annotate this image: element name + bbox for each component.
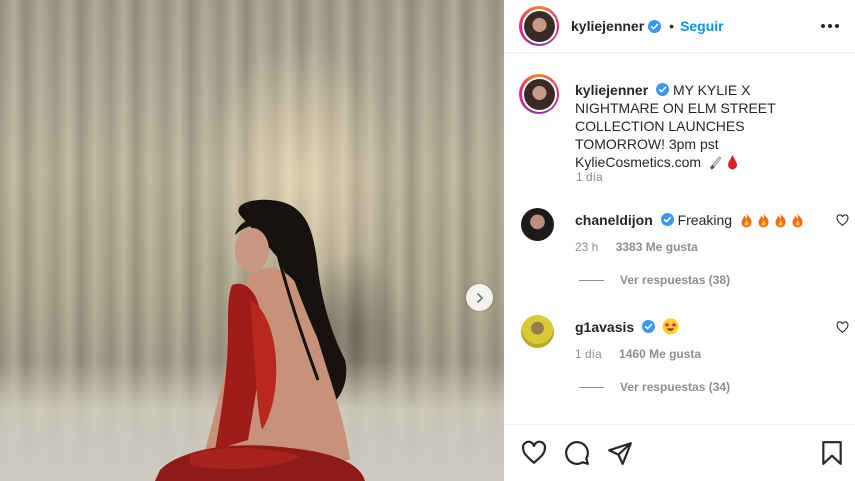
knife-emoji-icon <box>710 156 722 170</box>
comment-like-count[interactable]: 3383 Me gusta <box>616 240 698 254</box>
commenter-avatar[interactable] <box>521 208 554 241</box>
caption-username[interactable]: kyliejenner <box>575 82 648 98</box>
verified-badge-icon <box>656 83 670 96</box>
share-icon[interactable] <box>607 440 633 466</box>
caption-text-block: kyliejenner MY KYLIE X NIGHTMARE ON ELM … <box>575 81 835 171</box>
comment-like-heart-icon[interactable] <box>836 214 849 227</box>
post-header: kyliejenner • Seguir <box>504 0 855 53</box>
blood-drop-emoji-icon <box>727 155 737 170</box>
comment-timestamp[interactable]: 23 h <box>575 240 598 254</box>
author-username[interactable]: kyliejenner <box>571 18 644 34</box>
comment-like-heart-icon[interactable] <box>836 321 849 334</box>
caption-emojis <box>708 154 739 170</box>
comment-like-count[interactable]: 1460 Me gusta <box>619 347 701 361</box>
commenter-username[interactable]: g1avasis <box>575 319 634 335</box>
view-replies-button[interactable]: Ver respuestas (38) <box>579 273 730 287</box>
caption-avatar[interactable] <box>519 74 559 114</box>
comment-text: Freaking <box>677 212 733 228</box>
comment-meta: 1 día 1460 Me gusta <box>575 347 715 361</box>
comment-body: g1avasis <box>575 318 679 336</box>
fire-emoji-icon <box>792 213 803 228</box>
post-actions-bar <box>504 424 855 481</box>
like-icon[interactable] <box>521 440 547 466</box>
verified-badge-icon <box>642 320 656 333</box>
post-caption: kyliejenner MY KYLIE X NIGHTMARE ON ELM … <box>519 74 844 171</box>
fire-emoji-icon <box>741 213 752 228</box>
commenter-avatar[interactable] <box>521 315 554 348</box>
fire-emoji-icon <box>775 213 786 228</box>
verified-badge-icon <box>648 19 662 33</box>
more-options-icon[interactable] <box>821 18 839 34</box>
comment-emojis <box>662 318 679 335</box>
comment-meta: 23 h 3383 Me gusta <box>575 240 712 254</box>
view-replies-label: Ver respuestas (34) <box>620 380 731 394</box>
chevron-right-icon <box>476 292 483 303</box>
comments-list[interactable]: kyliejenner MY KYLIE X NIGHTMARE ON ELM … <box>504 54 855 424</box>
caption-timestamp[interactable]: 1 día <box>576 170 603 184</box>
star-struck-emoji-icon <box>662 318 679 335</box>
fire-emoji-icon <box>758 213 769 228</box>
comment-item: chaneldijon Freaking 23 h 3383 Me gusta <box>519 208 849 298</box>
post-media[interactable] <box>0 0 504 481</box>
follow-button[interactable]: Seguir <box>680 18 724 34</box>
comment-body: chaneldijon Freaking <box>575 211 805 229</box>
save-icon[interactable] <box>819 440 845 466</box>
header-separator: • <box>669 18 675 34</box>
verified-badge-icon <box>660 213 674 226</box>
replies-divider <box>579 386 604 388</box>
commenter-username[interactable]: chaneldijon <box>575 212 653 228</box>
comment-icon[interactable] <box>564 440 590 466</box>
post-photo-figure <box>155 199 365 481</box>
view-replies-button[interactable]: Ver respuestas (34) <box>579 380 730 394</box>
next-image-button[interactable] <box>466 284 493 311</box>
view-replies-label: Ver respuestas (38) <box>620 273 731 287</box>
author-avatar[interactable] <box>519 6 559 46</box>
post-side-panel: kyliejenner • Seguir kyliejenner MY KYLI… <box>504 0 855 481</box>
comment-emojis <box>739 212 805 228</box>
comment-item: g1avasis 1 día 1460 Me gusta Ver respues… <box>519 315 849 405</box>
comment-timestamp[interactable]: 1 día <box>575 347 602 361</box>
replies-divider <box>579 279 604 281</box>
